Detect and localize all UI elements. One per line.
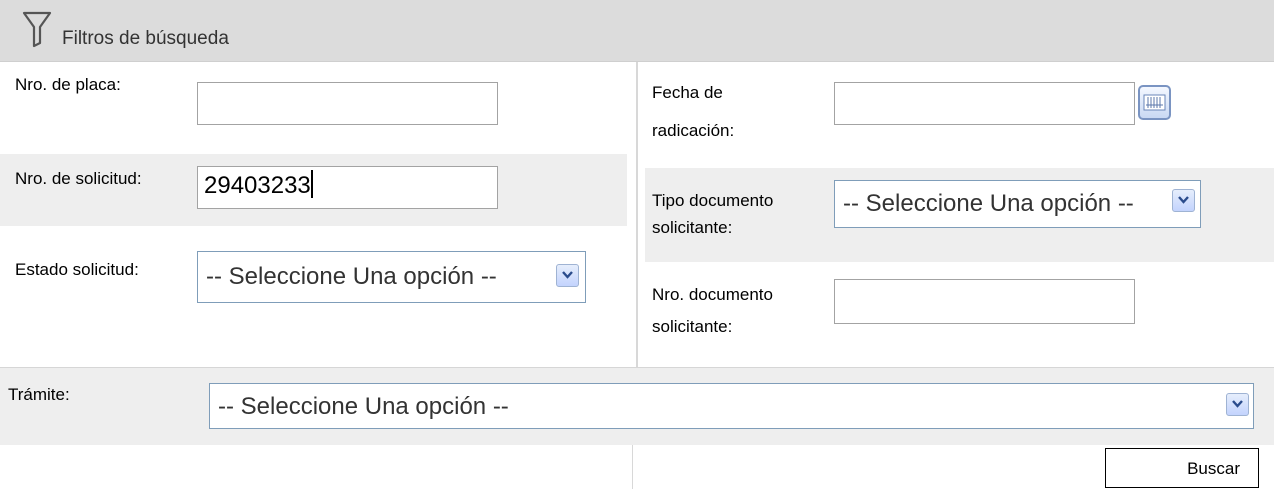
doctype-select[interactable]: -- Seleccione Una opción -- [834,180,1201,228]
plate-label: Nro. de placa: [15,75,121,94]
filters-header: Filtros de búsqueda [0,0,1274,62]
tramite-label: Trámite: [8,385,70,404]
request-input[interactable]: 29403233 [197,166,498,209]
docnum-label-line1: Nro. documento [652,285,773,304]
text-caret [310,170,313,198]
status-dropdown-arrow[interactable] [556,264,579,287]
plate-input[interactable] [197,82,498,125]
tramite-select[interactable]: -- Seleccione Una opción -- [209,383,1254,429]
doctype-label-line1: Tipo documento [652,191,774,210]
date-label-line2: radicación: [652,121,735,140]
request-input-value: 29403233 [204,172,311,199]
chevron-down-icon [562,271,573,279]
filter-icon [22,11,52,48]
doctype-dropdown-arrow[interactable] [1172,189,1195,212]
date-input[interactable] [834,82,1135,125]
footer-divider [632,445,633,489]
calendar-button[interactable] [1138,85,1171,120]
search-button[interactable]: Buscar [1105,448,1259,488]
status-label: Estado solicitud: [15,260,139,279]
date-label-line1: Fecha de [652,83,723,102]
calendar-icon [1143,94,1166,111]
chevron-down-icon [1232,400,1243,408]
request-label: Nro. de solicitud: [15,169,142,188]
doctype-label-line2: solicitante: [652,218,733,237]
docnum-label-line2: solicitante: [652,317,733,336]
status-select[interactable]: -- Seleccione Una opción -- [197,251,586,303]
filters-title: Filtros de búsqueda [62,28,229,49]
docnum-input[interactable] [834,279,1135,324]
tramite-dropdown-arrow[interactable] [1226,393,1249,416]
status-select-value: -- Seleccione Una opción -- [206,263,497,290]
tramite-select-value: -- Seleccione Una opción -- [218,393,509,420]
chevron-down-icon [1178,196,1189,204]
doctype-select-value: -- Seleccione Una opción -- [843,190,1134,217]
column-divider [636,62,638,367]
